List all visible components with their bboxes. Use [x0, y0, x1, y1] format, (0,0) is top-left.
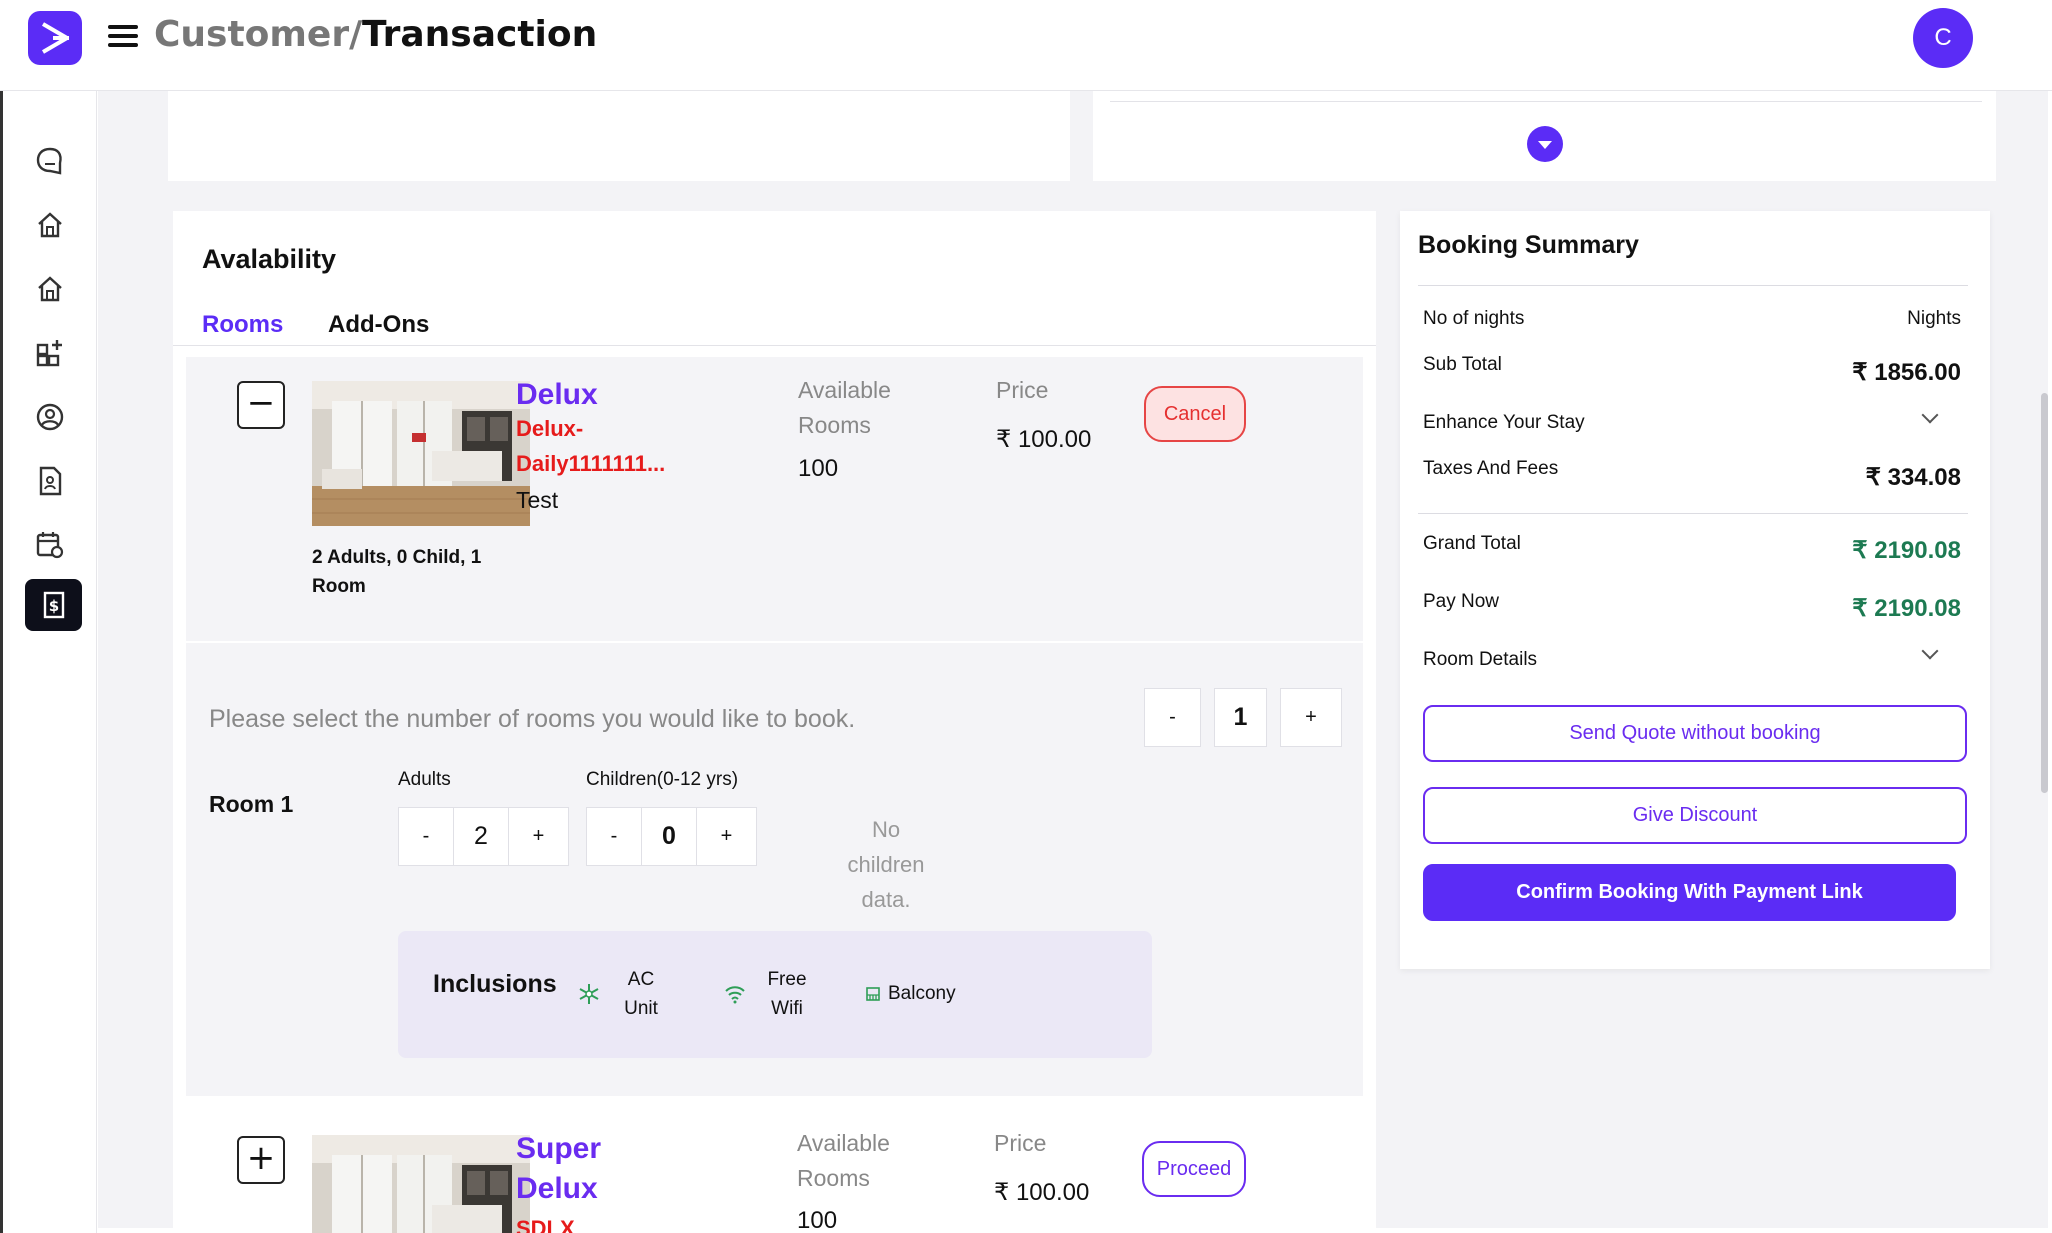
inclusion-ac-unit: AC Unit — [624, 969, 658, 1019]
adults-plus[interactable]: + — [509, 807, 569, 866]
adults-value[interactable]: 2 — [454, 807, 509, 866]
avatar[interactable]: C — [1913, 8, 1973, 68]
pay-now-label: Pay Now — [1423, 591, 1500, 612]
available-rooms-label: Available Rooms — [798, 377, 891, 438]
adults-minus[interactable]: - — [398, 807, 454, 866]
expand-button[interactable]: + — [237, 1136, 285, 1184]
room-count-stepper: - 1 + — [1144, 688, 1342, 747]
children-stepper: - 0 + — [586, 807, 757, 866]
chevron-down-icon[interactable] — [1527, 126, 1563, 162]
subtotal-value: ₹ 1856.00 — [1852, 359, 1961, 386]
children-minus[interactable]: - — [586, 807, 642, 866]
home-icon[interactable] — [30, 205, 70, 245]
pay-now-value: ₹ 2190.08 — [1852, 595, 1961, 622]
details-card — [168, 91, 1070, 181]
children-label: Children(0-12 yrs) — [586, 769, 739, 790]
booking-summary-card: Booking Summary No of nights Nights Sub … — [1400, 211, 1990, 969]
children-value[interactable]: 0 — [642, 807, 697, 866]
inclusions-title: Inclusions — [433, 970, 557, 998]
tab-add-ons[interactable]: Add-Ons — [328, 311, 429, 339]
summary-title: Booking Summary — [1418, 231, 1639, 259]
collapse-button[interactable]: − — [237, 381, 285, 429]
room-count-minus[interactable]: - — [1144, 688, 1201, 747]
divider — [1418, 285, 1968, 286]
tab-rooms[interactable]: Rooms — [202, 311, 283, 339]
price-value: ₹ 100.00 — [996, 426, 1092, 453]
guest-summary: 2 Adults, 0 Child, 1 Room — [312, 547, 482, 597]
enhance-stay-label[interactable]: Enhance Your Stay — [1423, 412, 1585, 434]
taxes-value: ₹ 334.08 — [1865, 464, 1961, 491]
menu-icon[interactable] — [108, 20, 138, 54]
room-image — [312, 381, 530, 526]
wifi-icon — [723, 981, 747, 1010]
room-count-value[interactable]: 1 — [1214, 688, 1267, 747]
no-children-message: No children data. — [847, 817, 925, 912]
divider — [186, 641, 1363, 643]
availability-title: Avalability — [202, 244, 337, 274]
room-code: SDLX — [516, 1216, 575, 1233]
adults-label: Adults — [398, 769, 451, 790]
select-rooms-prompt: Please select the number of rooms you wo… — [209, 705, 856, 733]
inclusion-free-wifi: Free Wifi — [767, 969, 807, 1019]
confirm-booking-button[interactable]: Confirm Booking With Payment Link — [1423, 864, 1956, 921]
invoice-dollar-icon[interactable]: $ — [25, 579, 82, 631]
home-outline-icon[interactable] — [30, 269, 70, 309]
grand-total-label: Grand Total — [1423, 533, 1521, 554]
room-name: Super Delux — [516, 1132, 602, 1205]
room-item: − 2 Adults, 0 Child, 1 Room Delux Delux-… — [186, 357, 1363, 1096]
room-code: Delux-Daily1111111... — [516, 416, 666, 476]
add-grid-icon[interactable] — [30, 333, 70, 373]
chat-icon[interactable] — [30, 141, 70, 181]
inclusion-balcony: Balcony — [888, 983, 956, 1004]
app-logo[interactable] — [28, 11, 82, 65]
taxes-label: Taxes And Fees — [1423, 458, 1559, 479]
availability-card: Avalability Rooms Add-Ons − 2 Adults, 0 … — [173, 211, 1376, 1233]
divider — [1110, 101, 1982, 102]
proceed-button[interactable]: Proceed — [1142, 1141, 1246, 1197]
divider — [1418, 513, 1968, 514]
snowflake-icon — [578, 983, 600, 1010]
chevron-down-icon[interactable] — [1921, 642, 1939, 660]
page-title: Transaction — [362, 14, 598, 55]
details-card-right — [1093, 91, 1996, 181]
divider — [173, 345, 1376, 346]
chevron-down-icon[interactable] — [1921, 406, 1939, 424]
price-label: Price — [996, 377, 1049, 403]
sidebar: $ — [0, 91, 97, 1233]
scrollbar[interactable] — [2041, 393, 2048, 793]
price-value: ₹ 100.00 — [994, 1179, 1090, 1206]
nights-label: No of nights — [1423, 308, 1525, 329]
children-plus[interactable]: + — [697, 807, 757, 866]
room-count-plus[interactable]: + — [1280, 688, 1342, 747]
available-rooms-value: 100 — [797, 1207, 838, 1233]
contact-document-icon[interactable] — [30, 461, 70, 501]
room-item: + Super Delux SDLX Available Rooms 100 P… — [186, 1096, 1363, 1233]
room-description: Test — [516, 487, 559, 513]
room-details-label[interactable]: Room Details — [1423, 649, 1537, 671]
inclusions-panel: Inclusions AC Unit Free Wifi Balcony — [398, 931, 1152, 1058]
cancel-button[interactable]: Cancel — [1144, 386, 1246, 442]
svg-text:$: $ — [48, 597, 58, 615]
price-label: Price — [994, 1130, 1047, 1156]
room-number-label: Room 1 — [209, 791, 294, 817]
adults-stepper: - 2 + — [398, 807, 569, 866]
top-bar: Customer/ Transaction C — [0, 0, 2052, 91]
send-quote-button[interactable]: Send Quote without booking — [1423, 705, 1967, 762]
room-name: Delux — [516, 378, 598, 411]
available-rooms-label: Available Rooms — [797, 1130, 890, 1191]
give-discount-button[interactable]: Give Discount — [1423, 787, 1967, 844]
grand-total-value: ₹ 2190.08 — [1852, 537, 1961, 564]
breadcrumb-parent[interactable]: Customer/ — [154, 14, 362, 55]
room-image — [312, 1135, 530, 1233]
balcony-icon — [865, 986, 881, 1007]
subtotal-label: Sub Total — [1423, 354, 1502, 375]
nights-value: Nights — [1907, 308, 1961, 329]
available-rooms-value: 100 — [798, 455, 839, 482]
calendar-settings-icon[interactable] — [30, 525, 70, 565]
user-circle-icon[interactable] — [30, 397, 70, 437]
